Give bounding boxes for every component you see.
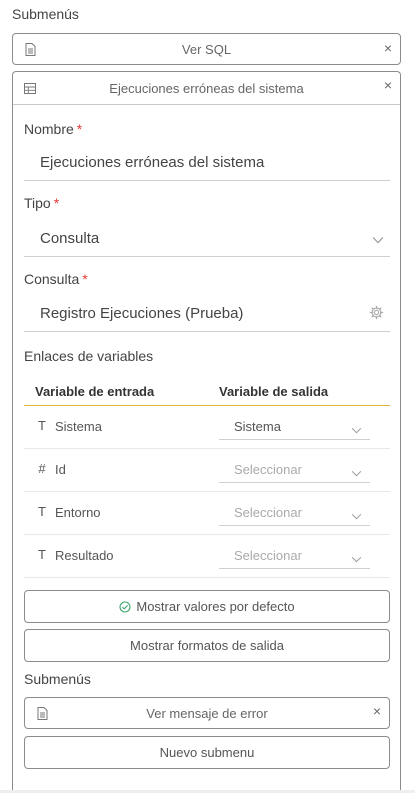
document-icon xyxy=(37,707,48,725)
submenu-item-ver-mensaje-error[interactable]: Ver mensaje de error × xyxy=(24,697,390,729)
nombre-value: Ejecuciones erróneas del sistema xyxy=(40,154,265,171)
consulta-value: Registro Ejecuciones (Prueba) xyxy=(40,305,244,322)
output-variable-value: Sistema xyxy=(234,419,281,434)
tipo-value: Consulta xyxy=(40,230,100,247)
chevron-down-icon xyxy=(351,551,362,566)
number-type-icon: # xyxy=(38,461,46,476)
output-variable-placeholder: Seleccionar xyxy=(234,462,302,477)
required-mark: * xyxy=(53,195,60,211)
nombre-label-text: Nombre xyxy=(24,121,74,137)
nombre-field[interactable]: Ejecuciones erróneas del sistema xyxy=(24,145,390,181)
table-row: T Entorno Seleccionar xyxy=(24,492,390,535)
submenu-item-label: Ver SQL xyxy=(181,41,232,57)
chevron-down-icon xyxy=(351,422,362,437)
variable-name: Entorno xyxy=(55,505,101,520)
inner-submenus-title: Submenús xyxy=(24,671,91,687)
tipo-select[interactable]: Consulta xyxy=(24,221,390,257)
close-icon[interactable]: × xyxy=(384,77,392,93)
chevron-down-icon xyxy=(351,465,362,480)
text-type-icon: T xyxy=(38,504,46,519)
consulta-label-text: Consulta xyxy=(24,271,80,287)
consulta-select[interactable]: Registro Ejecuciones (Prueba) xyxy=(24,296,390,332)
check-circle-icon xyxy=(119,600,131,613)
tipo-label: Tipo * xyxy=(24,195,59,211)
submenu-item-ver-sql[interactable]: Ver SQL × xyxy=(12,33,401,65)
new-submenu-label: Nuevo submenu xyxy=(159,745,255,760)
gear-icon[interactable] xyxy=(369,305,384,324)
output-variable-placeholder: Seleccionar xyxy=(234,548,302,563)
consulta-label: Consulta * xyxy=(24,271,88,287)
output-variable-select[interactable]: Sistema xyxy=(219,413,370,440)
close-icon[interactable]: × xyxy=(384,40,392,56)
show-output-formats-button[interactable]: Mostrar formatos de salida xyxy=(24,629,390,662)
panel-title: Ejecuciones erróneas del sistema xyxy=(109,80,304,96)
output-variable-select[interactable]: Seleccionar xyxy=(219,499,370,526)
header-input-variable: Variable de entrada xyxy=(35,384,155,399)
variable-name: Sistema xyxy=(55,419,102,434)
output-variable-placeholder: Seleccionar xyxy=(234,505,302,520)
required-mark: * xyxy=(82,271,88,287)
table-icon xyxy=(24,81,36,99)
text-type-icon: T xyxy=(38,418,46,433)
submenus-section-title: Submenús xyxy=(12,6,79,22)
new-submenu-button[interactable]: Nuevo submenu xyxy=(24,736,390,769)
enlaces-title: Enlaces de variables xyxy=(24,348,154,364)
required-mark: * xyxy=(76,121,83,137)
nombre-label: Nombre * xyxy=(24,121,82,137)
output-variable-select[interactable]: Seleccionar xyxy=(219,456,370,483)
document-icon xyxy=(24,42,36,56)
submenu-panel: Ejecuciones erróneas del sistema × Nombr… xyxy=(12,71,401,791)
show-output-formats-label: Mostrar formatos de salida xyxy=(130,638,284,653)
table-row: # Id Seleccionar xyxy=(24,449,390,492)
variable-name: Resultado xyxy=(55,548,114,563)
show-defaults-button[interactable]: Mostrar valores por defecto xyxy=(24,590,390,623)
variables-table-header: Variable de entrada Variable de salida xyxy=(24,376,390,406)
panel-header[interactable]: Ejecuciones erróneas del sistema × xyxy=(13,72,400,105)
chevron-down-icon xyxy=(351,508,362,523)
table-row: T Resultado Seleccionar xyxy=(24,535,390,578)
chevron-down-icon xyxy=(372,231,384,248)
output-variable-select[interactable]: Seleccionar xyxy=(219,542,370,569)
variable-name: Id xyxy=(55,462,66,477)
header-output-variable: Variable de salida xyxy=(219,384,329,399)
submenu-item-label: Ver mensaje de error xyxy=(146,705,268,721)
text-type-icon: T xyxy=(38,547,46,562)
show-defaults-label: Mostrar valores por defecto xyxy=(136,599,295,614)
close-icon[interactable]: × xyxy=(373,703,381,719)
table-row: T Sistema Sistema xyxy=(24,406,390,449)
tipo-label-text: Tipo xyxy=(24,195,51,211)
